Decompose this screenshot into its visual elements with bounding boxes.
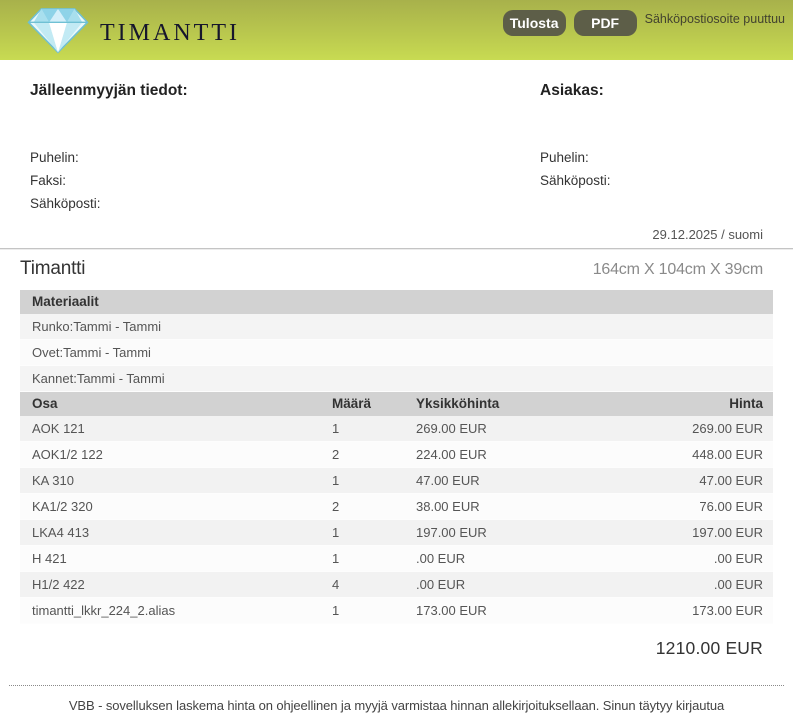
part-row: KA1/2 320238.00 EUR76.00 EUR — [20, 494, 773, 520]
part-name-cell: KA1/2 320 — [20, 500, 332, 513]
footer-divider — [9, 685, 784, 686]
qty-cell: 1 — [332, 552, 416, 565]
date-locale: 29.12.2025 / suomi — [0, 215, 793, 248]
parts-rows: AOK 1211269.00 EUR269.00 EURAOK1/2 12222… — [20, 416, 773, 624]
material-row: Kannet:Tammi - Tammi — [20, 366, 773, 392]
customer-info: Asiakas: Puhelin: Sähköposti: — [540, 82, 763, 215]
disclaimer-text: VBB - sovelluksen laskema hinta on ohjee… — [47, 696, 747, 713]
dealer-fax-label: Faksi: — [30, 169, 540, 192]
col-header-unit-price: Yksikköhinta — [416, 396, 553, 412]
qty-cell: 1 — [332, 474, 416, 487]
unit-price-cell: .00 EUR — [416, 578, 553, 591]
brand-name: Timantti — [100, 3, 240, 57]
materials-list: Runko:Tammi - TammiOvet:Tammi - TammiKan… — [20, 314, 773, 392]
diamond-icon — [26, 5, 90, 55]
material-row: Runko:Tammi - Tammi — [20, 314, 773, 340]
part-name-cell: KA 310 — [20, 474, 332, 487]
unit-price-cell: 47.00 EUR — [416, 474, 553, 487]
parts-header-row: Osa Määrä Yksikköhinta Hinta — [20, 392, 773, 416]
price-cell: 173.00 EUR — [553, 604, 773, 617]
price-cell: 448.00 EUR — [553, 448, 773, 461]
part-row: LKA4 4131197.00 EUR197.00 EUR — [20, 520, 773, 546]
price-cell: 47.00 EUR — [553, 474, 773, 487]
unit-price-cell: .00 EUR — [416, 552, 553, 565]
total-price: 1210.00 EUR — [0, 624, 793, 659]
part-name-cell: AOK 121 — [20, 422, 332, 435]
part-name-cell: timantti_lkkr_224_2.alias — [20, 604, 332, 617]
info-section: Jälleenmyyjän tiedot: Puhelin: Faksi: Sä… — [0, 60, 793, 215]
qty-cell: 4 — [332, 578, 416, 591]
brand-logo: Timantti — [26, 3, 240, 57]
qty-cell: 2 — [332, 448, 416, 461]
col-header-price: Hinta — [553, 396, 773, 412]
part-row: KA 310147.00 EUR47.00 EUR — [20, 468, 773, 494]
unit-price-cell: 197.00 EUR — [416, 526, 553, 539]
customer-title: Asiakas: — [540, 82, 763, 100]
part-row: timantti_lkkr_224_2.alias1173.00 EUR173.… — [20, 598, 773, 624]
unit-price-cell: 224.00 EUR — [416, 448, 553, 461]
part-name-cell: H1/2 422 — [20, 578, 332, 591]
email-missing-notice: Sähköpostiosoite puuttuu — [645, 10, 789, 26]
product-header: Timantti 164cm X 104cm X 39cm — [0, 250, 793, 288]
qty-cell: 1 — [332, 526, 416, 539]
price-cell: .00 EUR — [553, 552, 773, 565]
dealer-email-label: Sähköposti: — [30, 192, 540, 215]
part-row: AOK 1211269.00 EUR269.00 EUR — [20, 416, 773, 442]
part-row: H1/2 4224.00 EUR.00 EUR — [20, 572, 773, 598]
dealer-phone-label: Puhelin: — [30, 146, 540, 169]
materials-header: Materiaalit — [20, 290, 773, 314]
col-header-qty: Määrä — [332, 396, 416, 412]
qty-cell: 1 — [332, 604, 416, 617]
col-header-part: Osa — [20, 396, 332, 412]
header-actions: Tulosta PDF Sähköpostiosoite puuttuu — [503, 10, 789, 36]
part-row: AOK1/2 1222224.00 EUR448.00 EUR — [20, 442, 773, 468]
print-button[interactable]: Tulosta — [503, 10, 566, 36]
part-name-cell: AOK1/2 122 — [20, 448, 332, 461]
qty-cell: 2 — [332, 500, 416, 513]
qty-cell: 1 — [332, 422, 416, 435]
customer-phone-label: Puhelin: — [540, 146, 763, 169]
price-cell: 76.00 EUR — [553, 500, 773, 513]
price-cell: .00 EUR — [553, 578, 773, 591]
unit-price-cell: 269.00 EUR — [416, 422, 553, 435]
dealer-title: Jälleenmyyjän tiedot: — [30, 82, 540, 100]
material-row: Ovet:Tammi - Tammi — [20, 340, 773, 366]
unit-price-cell: 38.00 EUR — [416, 500, 553, 513]
price-cell: 197.00 EUR — [553, 526, 773, 539]
pdf-button[interactable]: PDF — [574, 10, 637, 36]
part-name-cell: H 421 — [20, 552, 332, 565]
part-name-cell: LKA4 413 — [20, 526, 332, 539]
customer-email-label: Sähköposti: — [540, 169, 763, 192]
header-bar: Timantti Tulosta PDF Sähköpostiosoite pu… — [0, 0, 793, 60]
product-dimensions: 164cm X 104cm X 39cm — [593, 261, 763, 279]
quote-page: Timantti Tulosta PDF Sähköpostiosoite pu… — [0, 0, 793, 713]
product-name: Timantti — [20, 258, 85, 280]
price-cell: 269.00 EUR — [553, 422, 773, 435]
part-row: H 4211.00 EUR.00 EUR — [20, 546, 773, 572]
unit-price-cell: 173.00 EUR — [416, 604, 553, 617]
dealer-info: Jälleenmyyjän tiedot: Puhelin: Faksi: Sä… — [30, 82, 540, 215]
quote-table: Materiaalit Runko:Tammi - TammiOvet:Tamm… — [20, 290, 773, 624]
